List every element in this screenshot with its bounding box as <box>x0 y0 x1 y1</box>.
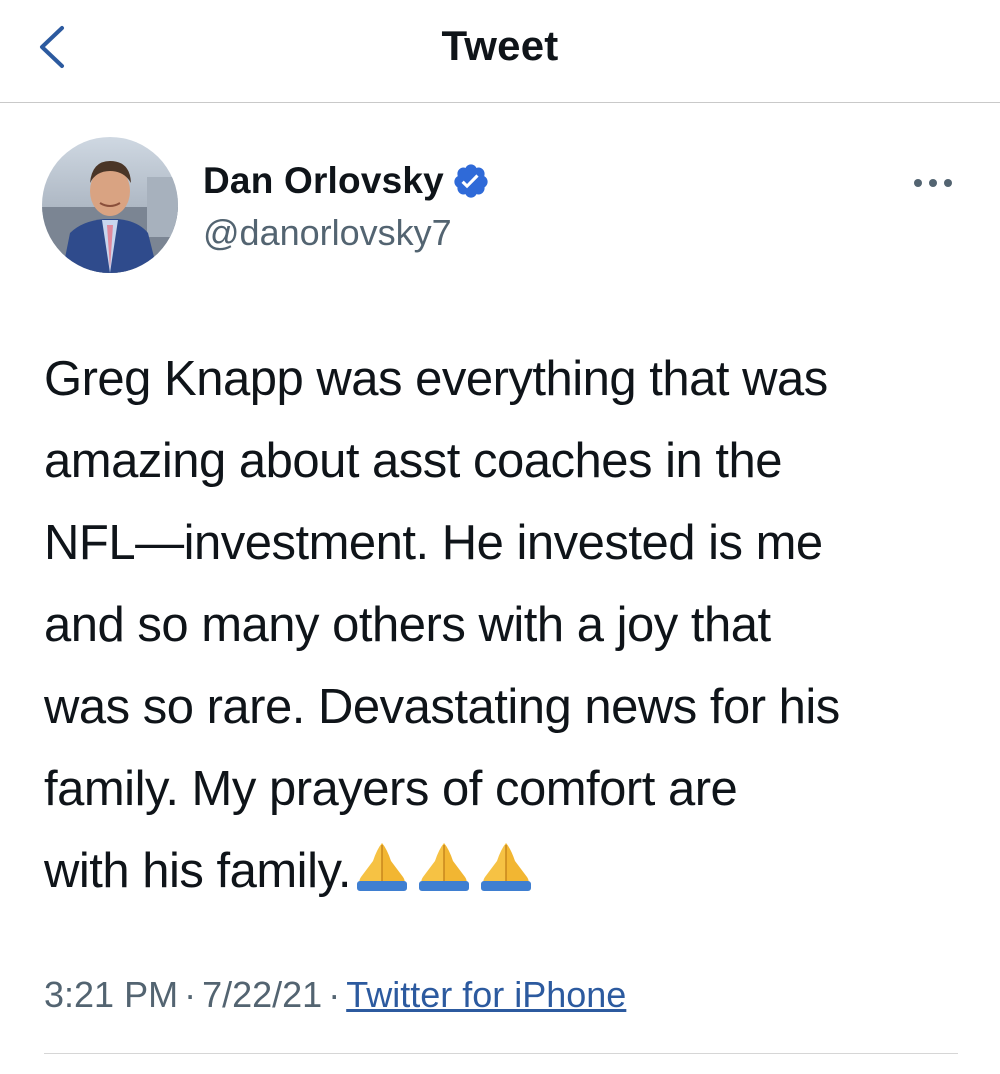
author-name-row[interactable]: Dan Orlovsky <box>203 160 490 202</box>
tweet-line: with his family. <box>44 844 351 898</box>
top-navigation-bar: Tweet <box>0 0 1000 103</box>
tweet-line: and so many others with a joy that <box>44 598 771 652</box>
tweet-line: Greg Knapp was everything that was <box>44 352 828 406</box>
tweet-source-link[interactable]: Twitter for iPhone <box>346 974 626 1015</box>
tweet-line: NFL—investment. He invested is me <box>44 516 823 570</box>
tweet-line: family. My prayers of comfort are <box>44 762 738 816</box>
meta-separator: · <box>184 974 197 1015</box>
tweet-time: 3:21 PM <box>44 974 179 1015</box>
divider <box>44 1053 958 1054</box>
folded-hands-emoji-icon <box>418 843 469 891</box>
tweet-date: 7/22/21 <box>202 974 323 1015</box>
tweet-metadata: 3:21 PM · 7/22/21 · Twitter for iPhone <box>44 974 626 1016</box>
verified-badge-icon <box>454 164 488 198</box>
tweet-line: was so rare. Devastating news for his <box>44 680 840 734</box>
folded-hands-emoji-icon <box>480 843 531 891</box>
author-handle[interactable]: @danorlovsky7 <box>203 212 452 254</box>
tweet-text: Greg Knapp was everything that was amazi… <box>44 338 974 912</box>
tweet-last-line: with his family. <box>44 830 974 912</box>
author-name: Dan Orlovsky <box>203 160 444 201</box>
meta-separator: · <box>328 974 341 1015</box>
folded-hands-emoji-icon <box>356 843 407 891</box>
tweet-line: amazing about asst coaches in the <box>44 434 783 488</box>
page-title: Tweet <box>441 22 559 69</box>
avatar[interactable] <box>42 137 178 273</box>
more-options-icon[interactable] <box>908 168 958 198</box>
